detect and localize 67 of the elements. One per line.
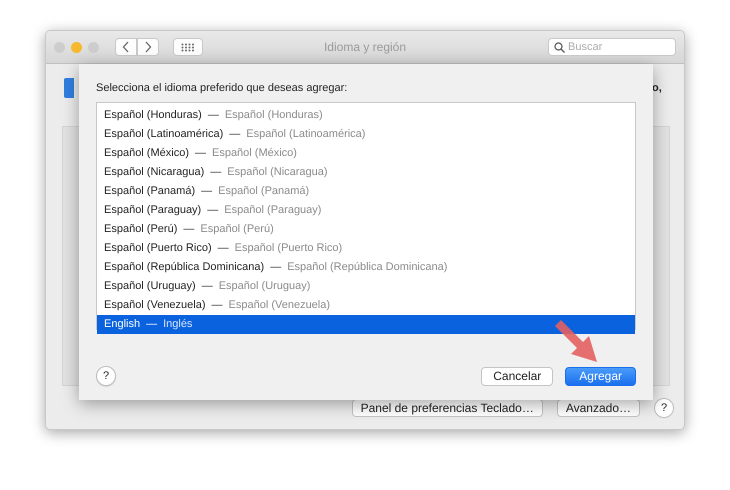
language-row[interactable]: Español (Puerto Rico) — Español (Puerto Rico) bbox=[97, 239, 635, 258]
language-row[interactable]: Español (Panamá) — Español (Panamá) bbox=[97, 182, 635, 201]
show-all-button[interactable] bbox=[173, 38, 203, 56]
language-name: Español (Paraguay) bbox=[104, 203, 202, 218]
language-name: Español (Venezuela) bbox=[104, 298, 206, 313]
native-name: Español (República Dominicana) bbox=[287, 260, 448, 275]
dash-separator: — bbox=[229, 127, 240, 142]
back-button[interactable] bbox=[115, 38, 137, 56]
dash-separator: — bbox=[207, 203, 218, 218]
language-name: Español (Panamá) bbox=[104, 184, 196, 199]
dash-separator: — bbox=[208, 108, 219, 123]
chevron-icon bbox=[122, 41, 130, 53]
preferences-button[interactable]: Avanzado… bbox=[556, 399, 640, 417]
language-name: English bbox=[104, 317, 140, 332]
search-input[interactable]: Buscar bbox=[568, 39, 670, 55]
language-name: Español (Nicaragua) bbox=[104, 165, 204, 180]
dash-separator: — bbox=[183, 222, 194, 237]
language-name: Español (Puerto Rico) bbox=[104, 241, 212, 256]
native-name: Inglés bbox=[163, 317, 192, 332]
help-button[interactable]: ? bbox=[654, 398, 674, 418]
dash-separator: — bbox=[146, 317, 158, 332]
language-name: Español (México) bbox=[104, 146, 189, 161]
help-button[interactable]: ? bbox=[96, 366, 116, 386]
native-name: Español (Panamá) bbox=[218, 184, 310, 199]
language-row[interactable]: Español (Perú) — Español (Perú) bbox=[97, 220, 635, 239]
search-icon bbox=[554, 42, 565, 52]
language-name: Español (Honduras) bbox=[104, 108, 202, 123]
dash-separator: — bbox=[210, 165, 222, 180]
dash-separator: — bbox=[201, 184, 212, 199]
flag-icon bbox=[64, 78, 74, 98]
language-row[interactable]: Español (Paraguay) — Español (Paraguay) bbox=[97, 201, 635, 220]
dash-separator: — bbox=[202, 279, 213, 294]
native-name: Español (Nicaragua) bbox=[227, 165, 328, 180]
add-button[interactable]: Agregar bbox=[565, 366, 636, 386]
language-name: Español (Latinoamérica) bbox=[104, 127, 224, 142]
language-row[interactable]: Español (República Dominicana) — Español (República Dominicana) bbox=[97, 258, 635, 277]
search-field[interactable]: Buscar bbox=[548, 38, 676, 56]
native-name: Español (Latinoamérica) bbox=[246, 127, 366, 142]
native-name: Español (Honduras) bbox=[224, 108, 323, 123]
language-name: Español (República Dominicana) bbox=[104, 260, 264, 275]
dash-separator: — bbox=[218, 241, 229, 256]
native-name: Español (Venezuela) bbox=[228, 298, 330, 313]
native-name: Español (Puerto Rico) bbox=[234, 241, 342, 256]
language-name: Español (Uruguay) bbox=[104, 279, 196, 294]
dash-separator: — bbox=[270, 260, 282, 275]
language-row[interactable]: Español (Latinoamérica) — Español (Latinoamérica) bbox=[97, 125, 635, 144]
dash-separator: — bbox=[212, 298, 223, 313]
language-row[interactable]: Español (Nicaragua) — Español (Nicaragua) bbox=[97, 163, 635, 182]
language-row[interactable]: Español (Venezuela) — Español (Venezuela) bbox=[97, 296, 635, 315]
native-name: Español (México) bbox=[212, 146, 297, 161]
prompt-text: Selecciona el idioma preferido que deseas agregar: bbox=[96, 81, 348, 96]
language-row[interactable]: Español (Honduras) — Español (Honduras) bbox=[97, 106, 635, 125]
preferences-button[interactable]: Panel de preferencias Teclado… bbox=[352, 399, 543, 417]
native-name: Español (Uruguay) bbox=[218, 279, 310, 294]
dash-separator: — bbox=[194, 146, 206, 161]
language-row[interactable]: Español (Uruguay) — Español (Uruguay) bbox=[97, 277, 635, 296]
pointer-arrow bbox=[555, 320, 597, 362]
window-title: Idioma y región bbox=[324, 40, 406, 54]
language-row[interactable]: Español (México) — Español (México) bbox=[97, 144, 635, 163]
language-row[interactable]: English — Inglés bbox=[97, 315, 635, 334]
language-name: Español (Perú) bbox=[104, 222, 178, 237]
forward-button[interactable] bbox=[137, 38, 159, 56]
cancel-button[interactable]: Cancelar bbox=[481, 366, 554, 386]
chevron-icon bbox=[144, 41, 152, 53]
native-name: Español (Perú) bbox=[200, 222, 274, 237]
native-name: Español (Paraguay) bbox=[224, 203, 322, 218]
grid-icon bbox=[181, 42, 195, 52]
